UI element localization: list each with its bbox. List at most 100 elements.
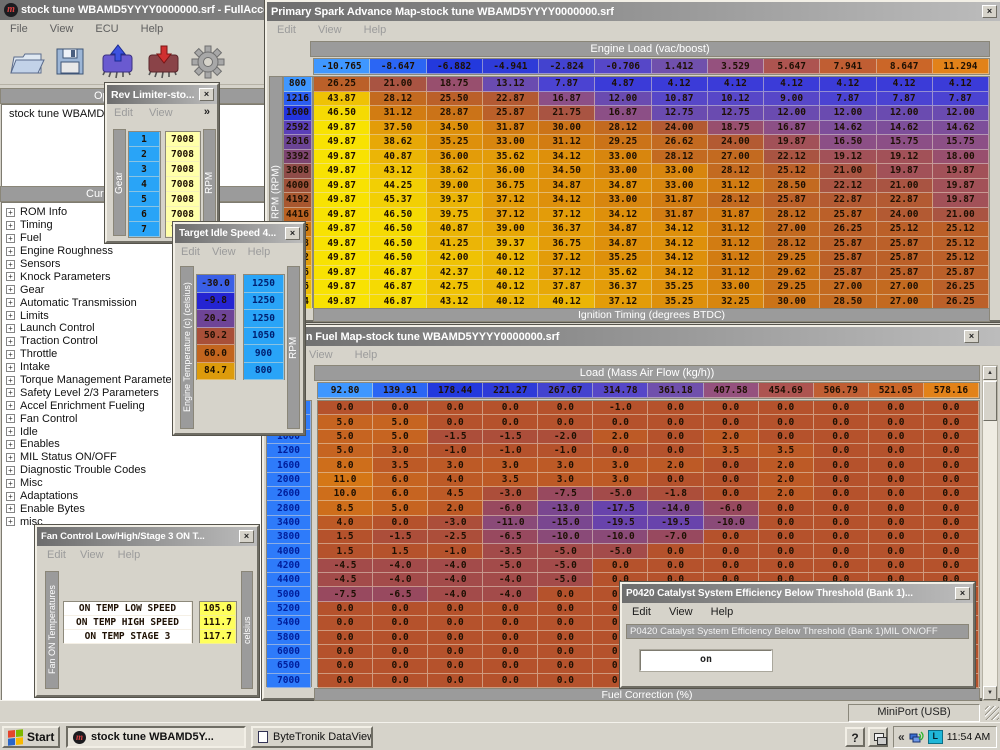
fuel-map-cell[interactable]: -19.5 (593, 516, 648, 530)
fuel-map-cell[interactable]: 5.0 (318, 430, 373, 444)
menu-item-view[interactable]: View (309, 349, 333, 366)
spark-map-cell[interactable]: 44.25 (370, 179, 426, 194)
spark-map-cell[interactable]: 38.62 (427, 164, 483, 179)
spark-map-cell[interactable]: 14.62 (933, 121, 989, 136)
fuel-map-cell[interactable]: 0.0 (869, 401, 924, 415)
spark-map-cell[interactable]: 28.12 (708, 164, 764, 179)
spark-map-cell[interactable]: 25.87 (820, 251, 876, 266)
fuel-map-cell[interactable]: 0.0 (593, 444, 648, 458)
fuel-map-cell[interactable]: -5.0 (538, 573, 593, 587)
expand-icon[interactable] (6, 285, 15, 294)
spark-map-cell[interactable]: 31.12 (708, 251, 764, 266)
expand-icon[interactable] (6, 272, 15, 281)
spark-map-cell[interactable]: 49.87 (314, 121, 370, 136)
spark-map-cell[interactable]: 19.12 (877, 150, 933, 165)
spark-map-cell[interactable]: 22.87 (820, 193, 876, 208)
fuel-map-cell[interactable]: 0.0 (373, 616, 428, 630)
spark-map-cell[interactable]: 30.00 (764, 295, 820, 310)
spark-map-cell[interactable]: 9.00 (764, 92, 820, 107)
spark-map-cell[interactable]: 34.12 (595, 208, 651, 223)
expand-icon[interactable] (6, 221, 15, 230)
spark-map-cell[interactable]: 34.12 (652, 251, 708, 266)
fuel-map-cell[interactable]: 0.0 (648, 444, 703, 458)
fuel-map-cell[interactable]: -4.5 (318, 559, 373, 573)
fuel-map-cell[interactable]: 0.0 (704, 473, 759, 487)
spark-map-cell[interactable]: 37.12 (539, 208, 595, 223)
menu-item-help[interactable]: Help (118, 549, 141, 566)
menu-item-help[interactable]: Help (248, 246, 271, 263)
spark-map-cell[interactable]: 49.87 (314, 164, 370, 179)
spark-map-cell[interactable]: 10.87 (652, 92, 708, 107)
spark-map-cell[interactable]: 36.00 (483, 164, 539, 179)
spark-map-cell[interactable]: 33.00 (708, 280, 764, 295)
close-icon[interactable]: × (955, 587, 970, 600)
fuel-map-cell[interactable]: -6.0 (483, 501, 538, 515)
spark-map-cell[interactable]: 40.12 (483, 266, 539, 281)
fuel-map-cell[interactable]: 0.0 (318, 401, 373, 415)
spark-map-cell[interactable]: 39.37 (427, 193, 483, 208)
spark-map-cell[interactable]: 46.50 (314, 106, 370, 121)
p0420-titlebar[interactable]: P0420 Catalyst System Efficiency Below T… (622, 584, 973, 603)
tree-item-enable-bytes[interactable]: Enable Bytes (2, 502, 265, 515)
fuel-map-cell[interactable]: -4.0 (483, 587, 538, 601)
task-button-stock-tune[interactable]: m stock tune WBAMD5Y... (66, 726, 246, 748)
expand-icon[interactable] (6, 376, 15, 385)
spark-map-cell[interactable]: 12.00 (877, 106, 933, 121)
save-file-icon[interactable] (54, 45, 86, 77)
spark-map-cell[interactable]: 33.00 (595, 150, 651, 165)
fuel-map-cell[interactable]: 0.0 (373, 674, 428, 688)
fuel-map-cell[interactable]: 3.0 (483, 458, 538, 472)
spark-map-cell[interactable]: 4.12 (820, 77, 876, 92)
spark-map-cell[interactable]: 4.12 (933, 77, 989, 92)
fuel-map-cell[interactable]: 0.0 (814, 473, 869, 487)
fuel-map-cell[interactable]: 3.0 (373, 444, 428, 458)
fuel-map-cell[interactable]: -5.0 (538, 544, 593, 558)
menu-item-view[interactable]: View (318, 24, 342, 41)
help-tray-button[interactable]: ? (845, 727, 865, 747)
spark-map-cell[interactable]: 49.87 (314, 193, 370, 208)
spark-map-cell[interactable]: 18.75 (708, 121, 764, 136)
menu-item-view[interactable]: View (149, 107, 173, 124)
spark-map-cell[interactable]: 7.87 (933, 92, 989, 107)
spark-map-cell[interactable]: 37.87 (539, 280, 595, 295)
fuel-map-cell[interactable]: -1.0 (593, 401, 648, 415)
spark-map-cell[interactable]: 43.12 (370, 164, 426, 179)
spark-map-cell[interactable]: 27.00 (820, 280, 876, 295)
fuel-map-cell[interactable]: 0.0 (869, 544, 924, 558)
fuel-map-cell[interactable]: 0.0 (318, 674, 373, 688)
spark-map-cell[interactable]: 27.00 (877, 280, 933, 295)
spark-map-cell[interactable]: 42.37 (427, 266, 483, 281)
spark-map-cell[interactable]: 25.87 (820, 266, 876, 281)
fuel-map-cell[interactable]: 3.0 (538, 458, 593, 472)
fuel-map-cell[interactable]: 0.0 (373, 602, 428, 616)
window-switch-button[interactable] (868, 727, 888, 747)
spark-map-cell[interactable]: 34.87 (595, 222, 651, 237)
spark-titlebar[interactable]: Primary Spark Advance Map-stock tune WBA… (267, 2, 1000, 21)
fuel-map-cell[interactable]: 0.0 (704, 544, 759, 558)
fuel-map-cell[interactable]: -19.5 (648, 516, 703, 530)
fuel-map-cell[interactable]: 0.0 (924, 487, 979, 501)
fuel-map-cell[interactable]: -6.5 (373, 587, 428, 601)
spark-map-cell[interactable]: 24.00 (877, 208, 933, 223)
fuel-map-cell[interactable]: -10.0 (538, 530, 593, 544)
spark-map-cell[interactable]: 15.75 (933, 135, 989, 150)
fuel-map-cell[interactable]: 0.0 (648, 559, 703, 573)
spark-map-cell[interactable]: 31.87 (652, 208, 708, 223)
fuel-map-cell[interactable]: -11.0 (483, 516, 538, 530)
fuel-map-cell[interactable]: 0.0 (869, 458, 924, 472)
fuel-map-cell[interactable]: 0.0 (759, 559, 814, 573)
spark-map-cell[interactable]: 28.87 (427, 106, 483, 121)
fuel-map-cell[interactable]: 0.0 (483, 631, 538, 645)
spark-map-cell[interactable]: 46.87 (370, 295, 426, 310)
fuel-map-cell[interactable]: 5.0 (318, 444, 373, 458)
spark-map-cell[interactable]: 32.25 (708, 295, 764, 310)
p0420-value-cell[interactable]: on (640, 650, 772, 671)
spark-map-cell[interactable]: 34.87 (595, 179, 651, 194)
fuel-map-cell[interactable]: 0.0 (538, 659, 593, 673)
fuel-map-cell[interactable]: -3.0 (483, 487, 538, 501)
spark-map-cell[interactable]: 29.25 (764, 280, 820, 295)
fuel-map-cell[interactable]: 0.0 (924, 559, 979, 573)
fuel-map-cell[interactable]: 0.0 (759, 544, 814, 558)
fuel-map-cell[interactable]: 2.0 (759, 458, 814, 472)
fuel-map-cell[interactable]: -4.0 (428, 559, 483, 573)
